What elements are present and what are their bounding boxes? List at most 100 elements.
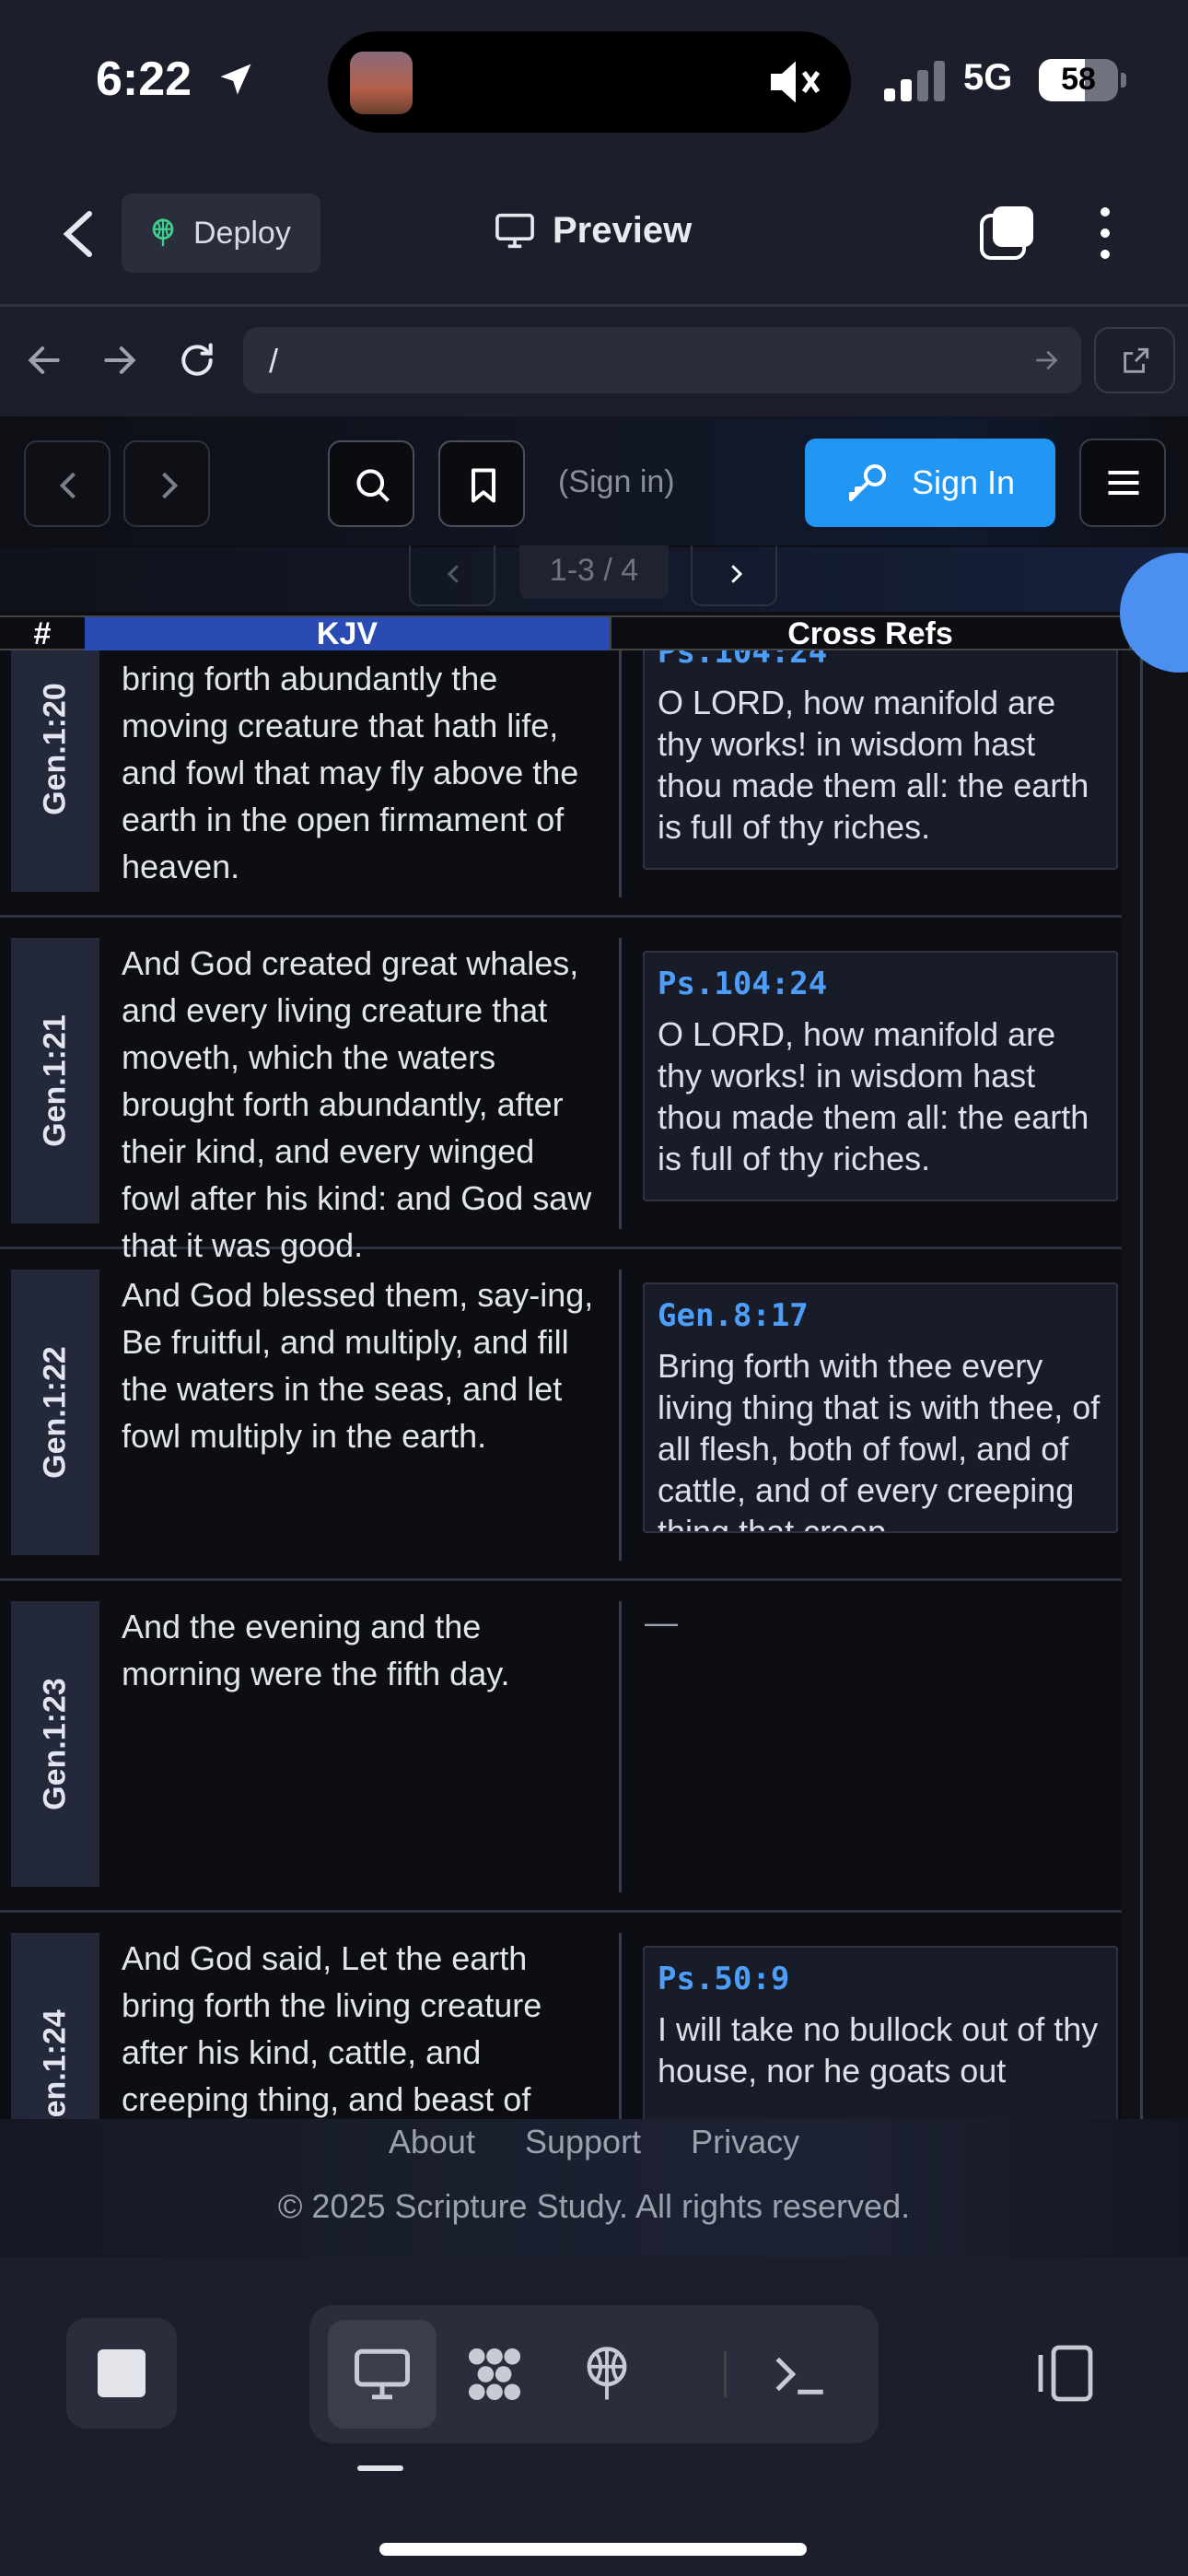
deploy-icon xyxy=(587,2347,627,2400)
deploy-button[interactable]: Deploy xyxy=(122,193,320,273)
clock: 6:22 xyxy=(96,53,192,106)
url-path: / xyxy=(269,342,279,380)
arrow-left-icon[interactable] xyxy=(24,340,64,381)
verse-text: And God blessed them, say-ing, Be fruitf… xyxy=(122,1276,594,1455)
reload-icon[interactable] xyxy=(177,340,217,381)
col-header-number: # xyxy=(33,616,52,651)
tabs-icon[interactable] xyxy=(978,205,1035,262)
bookmark-button[interactable] xyxy=(438,440,525,527)
monitor-icon xyxy=(495,213,534,248)
pager-next-button[interactable] xyxy=(691,545,777,606)
verse-ref-tag[interactable]: Gen.1:22 xyxy=(11,1270,99,1555)
col-header-cross-refs[interactable]: Cross Refs xyxy=(610,617,1131,650)
prev-button[interactable] xyxy=(24,440,111,527)
more-icon[interactable] xyxy=(1089,205,1122,262)
chevron-right-icon xyxy=(731,565,743,583)
cross-ref-link[interactable]: Ps.104:24 xyxy=(658,966,1103,1002)
terminal-icon xyxy=(775,2357,823,2395)
pager: 1-3 / 4 xyxy=(0,545,1188,612)
search-icon xyxy=(356,469,390,502)
pager-label: 1-3 / 4 xyxy=(519,545,669,599)
cross-ref-link[interactable]: Ps.104:24 xyxy=(658,650,1103,671)
app-header: Deploy Preview xyxy=(0,166,1188,304)
bottom-toolbar xyxy=(0,2259,1188,2576)
no-cross-refs: — xyxy=(645,1603,678,1641)
key-icon xyxy=(848,464,886,501)
deploy-view-button[interactable] xyxy=(553,2320,661,2429)
table-row: Gen.1:23 And the evening and the morning… xyxy=(0,1581,1122,1913)
view-switcher xyxy=(309,2305,879,2443)
next-button[interactable] xyxy=(123,440,210,527)
signin-hint: (Sign in) xyxy=(558,464,675,499)
preview-title[interactable]: Preview xyxy=(494,210,692,252)
verse-table: Gen.1:20 And God said, Let the waters br… xyxy=(0,650,1188,2119)
deploy-label: Deploy xyxy=(193,215,291,251)
verse-ref-tag[interactable]: Gen.1:21 xyxy=(11,938,99,1224)
stop-button[interactable] xyxy=(66,2318,177,2429)
footer-link-about[interactable]: About xyxy=(389,2123,475,2160)
status-bar: 6:22 5G 58 xyxy=(0,0,1188,161)
copyright: © 2025 Scripture Study. All rights reser… xyxy=(277,2187,911,2225)
menu-button[interactable] xyxy=(1079,439,1166,527)
search-button[interactable] xyxy=(328,440,414,527)
cross-ref-card[interactable]: Ps.104:24 O LORD, how manifold are thy w… xyxy=(643,951,1118,1201)
table-header: # KJV Cross Refs xyxy=(0,615,1188,650)
hamburger-icon xyxy=(1108,470,1139,496)
desktop-icon xyxy=(355,2348,410,2400)
verse-ref-tag[interactable]: Gen.1:20 xyxy=(11,650,99,892)
active-indicator xyxy=(357,2465,403,2471)
table-row: Gen.1:24 And God said, Let the earth bri… xyxy=(0,1913,1122,2119)
mute-icon xyxy=(771,61,821,103)
cross-ref-card[interactable]: Ps.50:9 I will take no bullock out of th… xyxy=(643,1946,1118,2119)
verse-ref-tag[interactable]: Gen.1:23 xyxy=(11,1601,99,1887)
table-row: Gen.1:22 And God blessed them, say-ing, … xyxy=(0,1249,1122,1581)
sign-in-button[interactable]: Sign In xyxy=(805,439,1055,527)
signal-icon xyxy=(884,61,945,101)
cross-ref-text: I will take no bullock out of thy house,… xyxy=(658,2010,1099,2090)
url-input[interactable]: / xyxy=(243,327,1081,393)
cross-ref-text: O LORD, how manifold are thy works! in w… xyxy=(658,684,1089,846)
cross-ref-card[interactable]: Gen.8:17 Bring forth with thee every liv… xyxy=(643,1282,1118,1533)
now-playing-thumbnail xyxy=(350,52,413,114)
web-page: (Sign in) Sign In 1-3 / 4 # KJV Cross Re… xyxy=(0,416,1188,2257)
col-header-kjv[interactable]: KJV xyxy=(85,617,610,650)
cross-ref-text: Bring forth with thee every living thing… xyxy=(658,1347,1101,1533)
url-bar: / xyxy=(0,307,1188,414)
chevron-left-icon xyxy=(447,565,459,583)
go-arrow-icon[interactable] xyxy=(1031,345,1061,375)
sign-in-label: Sign In xyxy=(911,463,1016,501)
terminal-button[interactable] xyxy=(746,2320,855,2429)
footer-link-support[interactable]: Support xyxy=(525,2123,641,2160)
chevron-left-icon[interactable] xyxy=(55,208,101,260)
cross-ref-text: O LORD, how manifold are thy works! in w… xyxy=(658,1015,1089,1177)
network-type: 5G xyxy=(963,57,1013,98)
verse-text: And the evening and the morning were the… xyxy=(122,1608,510,1692)
verse-text: And God created great whales, and every … xyxy=(122,944,592,1264)
bookmark-icon xyxy=(471,468,496,503)
table-row: Gen.1:21 And God created great whales, a… xyxy=(0,918,1122,1264)
arrow-right-icon[interactable] xyxy=(99,340,140,381)
battery-indicator: 58 xyxy=(1039,59,1126,101)
sidebar-icon[interactable] xyxy=(1031,2340,1098,2406)
cross-ref-link[interactable]: Ps.50:9 xyxy=(658,1961,1103,1997)
battery-percent: 58 xyxy=(1061,62,1096,97)
open-external-button[interactable] xyxy=(1094,327,1175,393)
stop-icon xyxy=(98,2349,146,2397)
apps-button[interactable] xyxy=(440,2320,549,2429)
footer-link-privacy[interactable]: Privacy xyxy=(691,2123,799,2160)
verse-text: And God said, Let the earth bring forth … xyxy=(122,1939,542,2118)
verse-ref-tag[interactable]: Gen.1:24 xyxy=(11,1933,99,2119)
site-footer: About Support Privacy © 2025 Scripture S… xyxy=(0,2119,1188,2257)
cross-ref-link[interactable]: Gen.8:17 xyxy=(658,1297,1103,1334)
cross-ref-card[interactable]: Ps.104:24 O LORD, how manifold are thy w… xyxy=(643,650,1118,870)
pager-prev-button[interactable] xyxy=(409,545,495,606)
table-row: Gen.1:20 And God said, Let the waters br… xyxy=(0,650,1122,918)
external-link-icon xyxy=(1124,347,1149,373)
site-navbar: (Sign in) Sign In xyxy=(0,416,1188,545)
location-arrow-icon xyxy=(220,64,251,95)
desktop-view-button[interactable] xyxy=(328,2320,437,2429)
apps-icon xyxy=(468,2348,521,2401)
verse-text: And God said, Let the waters bring forth… xyxy=(122,660,579,885)
deploy-icon xyxy=(152,218,174,247)
home-indicator xyxy=(379,2543,807,2556)
